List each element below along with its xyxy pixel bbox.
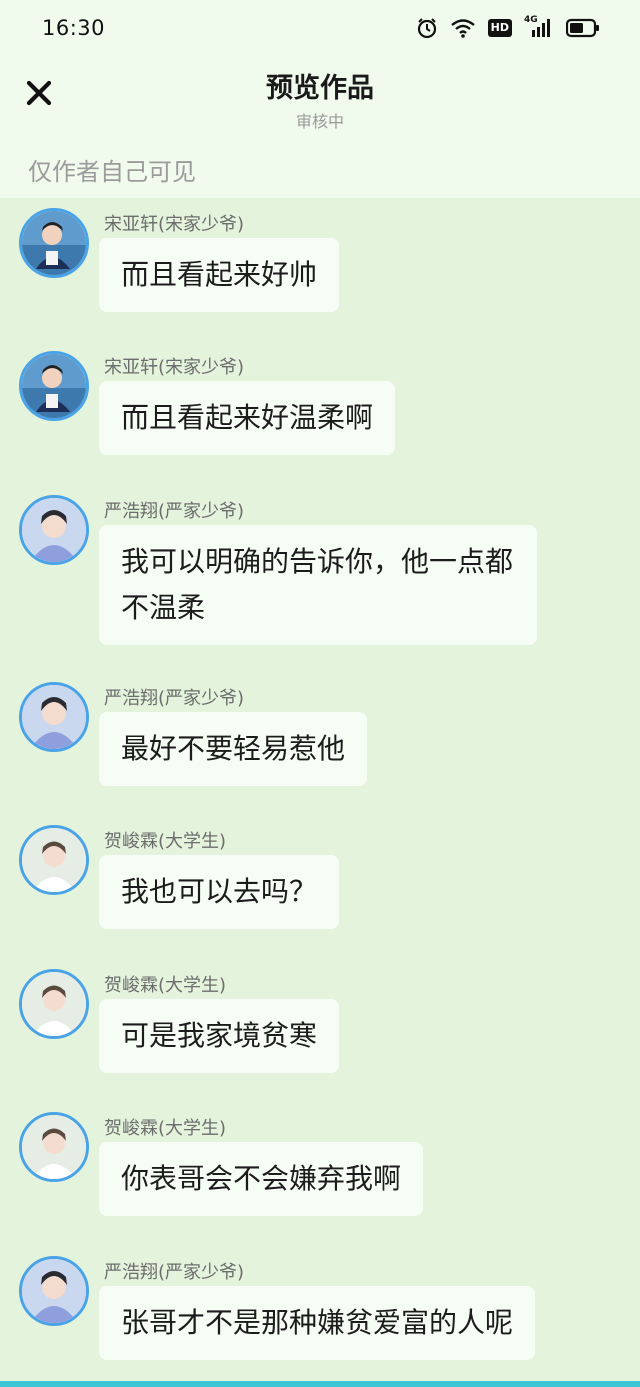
message-bubble[interactable]: 我可以明确的告诉你，他一点都不温柔 [99, 525, 537, 645]
sender-name: 宋亚轩(宋家少爷) [104, 357, 245, 378]
message-bubble[interactable]: 而且看起来好帅 [99, 238, 340, 312]
chat-list[interactable]: 宋亚轩(宋家少爷) 而且看起来好帅 宋亚轩(宋家少爷) 而且看起来好温柔啊 严浩… [0, 198, 640, 1380]
avatar[interactable] [19, 825, 89, 895]
avatar[interactable] [19, 1256, 89, 1326]
status-bar: 16:30 HD 4G [0, 0, 640, 56]
4g-signal-icon: 4G [524, 15, 554, 39]
avatar[interactable] [19, 969, 89, 1039]
message-bubble[interactable]: 张哥才不是那种嫌贫爱富的人呢 [99, 1286, 536, 1360]
battery-icon [566, 18, 600, 38]
avatar[interactable] [19, 208, 89, 278]
review-status: 审核中 [295, 112, 344, 131]
sender-name: 贺峻霖(大学生) [104, 1118, 227, 1139]
avatar[interactable] [19, 351, 89, 421]
status-icons: HD 4G [416, 15, 600, 39]
alarm-icon [416, 17, 438, 39]
avatar[interactable] [19, 682, 89, 752]
page-title: 预览作品 [266, 73, 374, 104]
message-bubble[interactable]: 可是我家境贫寒 [99, 999, 340, 1073]
hd-icon: HD [487, 19, 512, 37]
sender-name: 严浩翔(严家少爷) [104, 501, 245, 522]
wifi-icon [450, 17, 476, 39]
bottom-accent-bar [0, 1381, 640, 1387]
message-bubble[interactable]: 我也可以去吗？ [99, 855, 340, 929]
header: 预览作品 审核中 [0, 56, 640, 136]
sender-name: 严浩翔(严家少爷) [104, 688, 245, 709]
sender-name: 宋亚轩(宋家少爷) [104, 214, 245, 235]
avatar[interactable] [19, 1112, 89, 1182]
sender-name: 贺峻霖(大学生) [104, 975, 227, 996]
visibility-notice: 仅作者自己可见 [0, 136, 640, 198]
status-time: 16:30 [42, 16, 106, 40]
message-bubble[interactable]: 而且看起来好温柔啊 [99, 381, 396, 455]
sender-name: 贺峻霖(大学生) [104, 831, 227, 852]
message-bubble[interactable]: 最好不要轻易惹他 [99, 712, 368, 786]
message-bubble[interactable]: 你表哥会不会嫌弃我啊 [99, 1142, 424, 1216]
sender-name: 严浩翔(严家少爷) [104, 1262, 245, 1283]
avatar[interactable] [19, 495, 89, 565]
